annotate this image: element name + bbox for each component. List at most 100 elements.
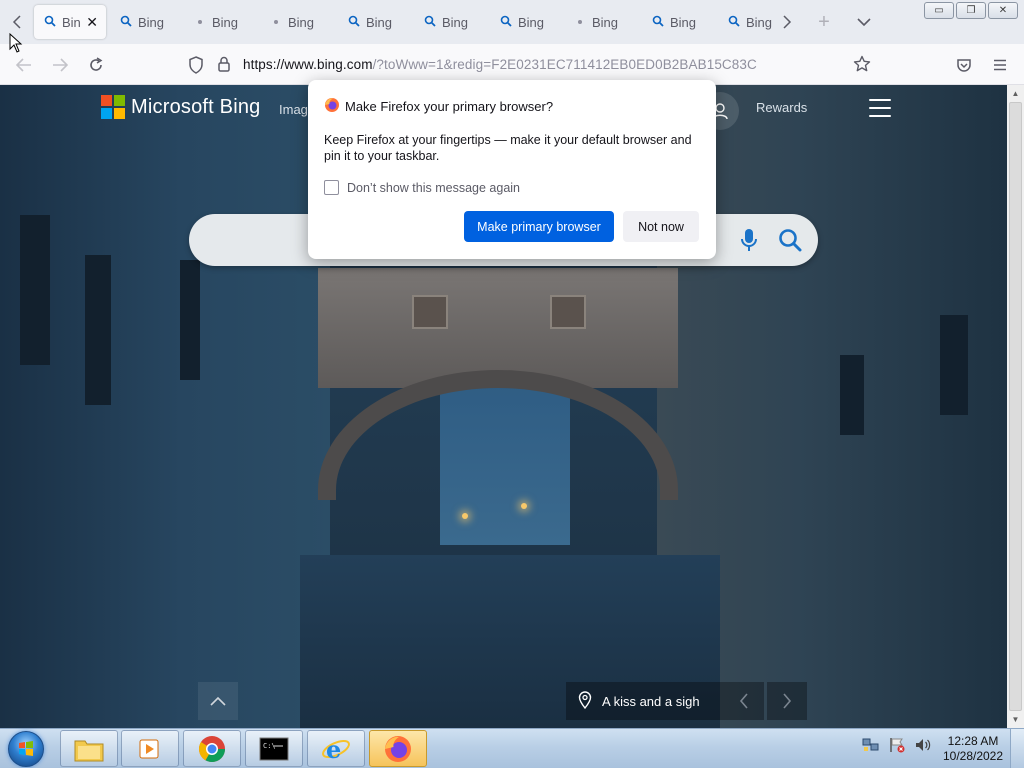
volume-icon[interactable] — [914, 737, 932, 756]
lock-icon[interactable] — [217, 55, 231, 76]
tab-label: Bing — [62, 14, 81, 30]
tab[interactable]: Bing — [186, 5, 258, 39]
next-image-icon[interactable] — [767, 682, 807, 720]
tab-label: Bing — [746, 14, 773, 30]
dont-show-again-checkbox[interactable]: Don’t show this message again — [324, 180, 520, 195]
background-building-left — [0, 85, 330, 728]
bing-logo[interactable]: Microsoft Bing — [101, 95, 261, 119]
lamp-light — [521, 503, 527, 509]
taskbar-clock[interactable]: 12:28 AM 10/28/2022 — [936, 734, 1010, 764]
close-tab-icon[interactable]: ✕ — [86, 14, 98, 31]
svg-text:C:\: C:\ — [263, 742, 276, 750]
search-icon — [500, 15, 512, 30]
system-tray — [862, 737, 932, 756]
url-host: https://www.bing.com — [243, 57, 373, 72]
checkbox-label: Don’t show this message again — [347, 180, 521, 195]
scrollbar-thumb[interactable] — [1009, 102, 1022, 711]
show-desktop-button[interactable] — [1010, 729, 1024, 768]
command-prompt-icon: C:\ — [259, 737, 289, 760]
start-button-icon[interactable] — [8, 731, 44, 767]
mouse-cursor-icon — [9, 32, 23, 56]
tab-label: Bing — [518, 14, 545, 30]
tab[interactable]: Bing — [642, 5, 714, 39]
search-icon — [728, 15, 740, 30]
tab-scroll-right-icon[interactable] — [776, 6, 798, 38]
scroll-up-button[interactable] — [198, 682, 238, 720]
tab[interactable]: Bing — [338, 5, 410, 39]
firefox-logo-icon — [324, 97, 340, 116]
lamp-light — [462, 513, 468, 519]
dot-icon — [274, 20, 278, 24]
hamburger-menu-icon[interactable] — [869, 99, 891, 117]
image-location-caption[interactable]: A kiss and a sigh — [566, 682, 724, 720]
taskbar-media-player[interactable] — [121, 730, 179, 767]
tab[interactable]: Bing — [566, 5, 638, 39]
navigation-toolbar: https://www.bing.com/?toWww=1&redig=F2E0… — [0, 44, 1024, 85]
make-primary-browser-button[interactable]: Make primary browser — [464, 211, 614, 242]
tracking-protection-shield-icon[interactable] — [188, 56, 204, 77]
scroll-up-arrow-icon[interactable]: ▲ — [1007, 85, 1024, 102]
building-window — [940, 315, 968, 415]
close-window-icon[interactable]: ✕ — [988, 2, 1018, 19]
taskbar-firefox[interactable] — [369, 730, 427, 767]
bookmark-star-icon[interactable] — [853, 55, 871, 76]
tab[interactable]: Bing — [414, 5, 486, 39]
tab-label: Bing — [592, 14, 619, 30]
rewards-link[interactable]: Rewards — [756, 100, 807, 115]
clock-time: 12:28 AM — [947, 734, 999, 748]
dialog-title-row: Make Firefox your primary browser? — [324, 97, 553, 116]
taskbar-chrome[interactable] — [183, 730, 241, 767]
pocket-icon[interactable] — [951, 52, 977, 78]
search-icon — [424, 15, 436, 30]
location-caption-text: A kiss and a sigh — [602, 693, 700, 709]
tab-label: Bing — [670, 14, 697, 30]
checkbox-box[interactable] — [324, 180, 339, 195]
scroll-down-arrow-icon[interactable]: ▼ — [1007, 711, 1024, 728]
tab[interactable]: Bing — [262, 5, 334, 39]
windows-taskbar: C:\ e 12:28 AM 10/28/2022 — [0, 728, 1024, 768]
list-all-tabs-icon[interactable] — [853, 9, 875, 35]
default-browser-dialog: Make Firefox your primary browser? Keep … — [308, 80, 716, 259]
menu-icon[interactable] — [987, 52, 1013, 78]
url-bar[interactable]: https://www.bing.com/?toWww=1&redig=F2E0… — [180, 50, 880, 80]
reload-icon[interactable] — [83, 52, 109, 78]
firefox-icon — [385, 735, 411, 762]
bridge-window — [412, 295, 448, 329]
search-icon — [652, 15, 664, 30]
tab-label: Bing — [442, 14, 469, 30]
search-icon[interactable] — [776, 226, 804, 254]
restore-icon[interactable]: ❐ — [956, 2, 986, 19]
window-controls: ▭ ❐ ✕ — [924, 2, 1018, 19]
microphone-icon[interactable] — [736, 227, 762, 253]
forward-icon[interactable] — [47, 52, 73, 78]
tab[interactable]: Bing — [490, 5, 562, 39]
taskbar-internet-explorer[interactable]: e — [307, 730, 365, 767]
action-center-flag-icon[interactable] — [888, 737, 906, 756]
internet-explorer-icon: e — [322, 735, 350, 764]
tab[interactable]: Bing — [718, 5, 774, 39]
tab-label: Bing — [212, 14, 239, 30]
tab[interactable]: Bing — [110, 5, 182, 39]
building-window — [85, 255, 111, 405]
previous-image-icon[interactable] — [724, 682, 764, 720]
taskbar-command-prompt[interactable]: C:\ — [245, 730, 303, 767]
nav-images-link[interactable]: Imag — [279, 102, 308, 117]
dialog-title: Make Firefox your primary browser? — [345, 99, 554, 114]
microsoft-logo-icon — [101, 95, 125, 119]
dialog-body: Keep Firefox at your fingertips — make i… — [324, 133, 692, 163]
svg-text:e: e — [326, 735, 341, 764]
clock-date: 10/28/2022 — [942, 749, 1004, 763]
tab-label: Bing — [288, 14, 315, 30]
taskbar-file-explorer[interactable] — [60, 730, 118, 767]
tab-active[interactable]: Bing ✕ — [34, 5, 106, 39]
location-pin-icon — [578, 690, 592, 712]
tab-bar: Bing ✕ Bing Bing Bing Bing Bing Bing Bin… — [0, 0, 1024, 44]
network-icon[interactable] — [862, 737, 880, 756]
minimize-icon[interactable]: ▭ — [924, 2, 954, 19]
not-now-button[interactable]: Not now — [623, 211, 699, 242]
new-tab-icon[interactable]: + — [813, 9, 835, 35]
dot-icon — [578, 20, 582, 24]
url-text[interactable]: https://www.bing.com/?toWww=1&redig=F2E0… — [243, 57, 757, 72]
search-icon — [120, 15, 132, 30]
vertical-scrollbar[interactable]: ▲ ▼ — [1007, 85, 1024, 728]
